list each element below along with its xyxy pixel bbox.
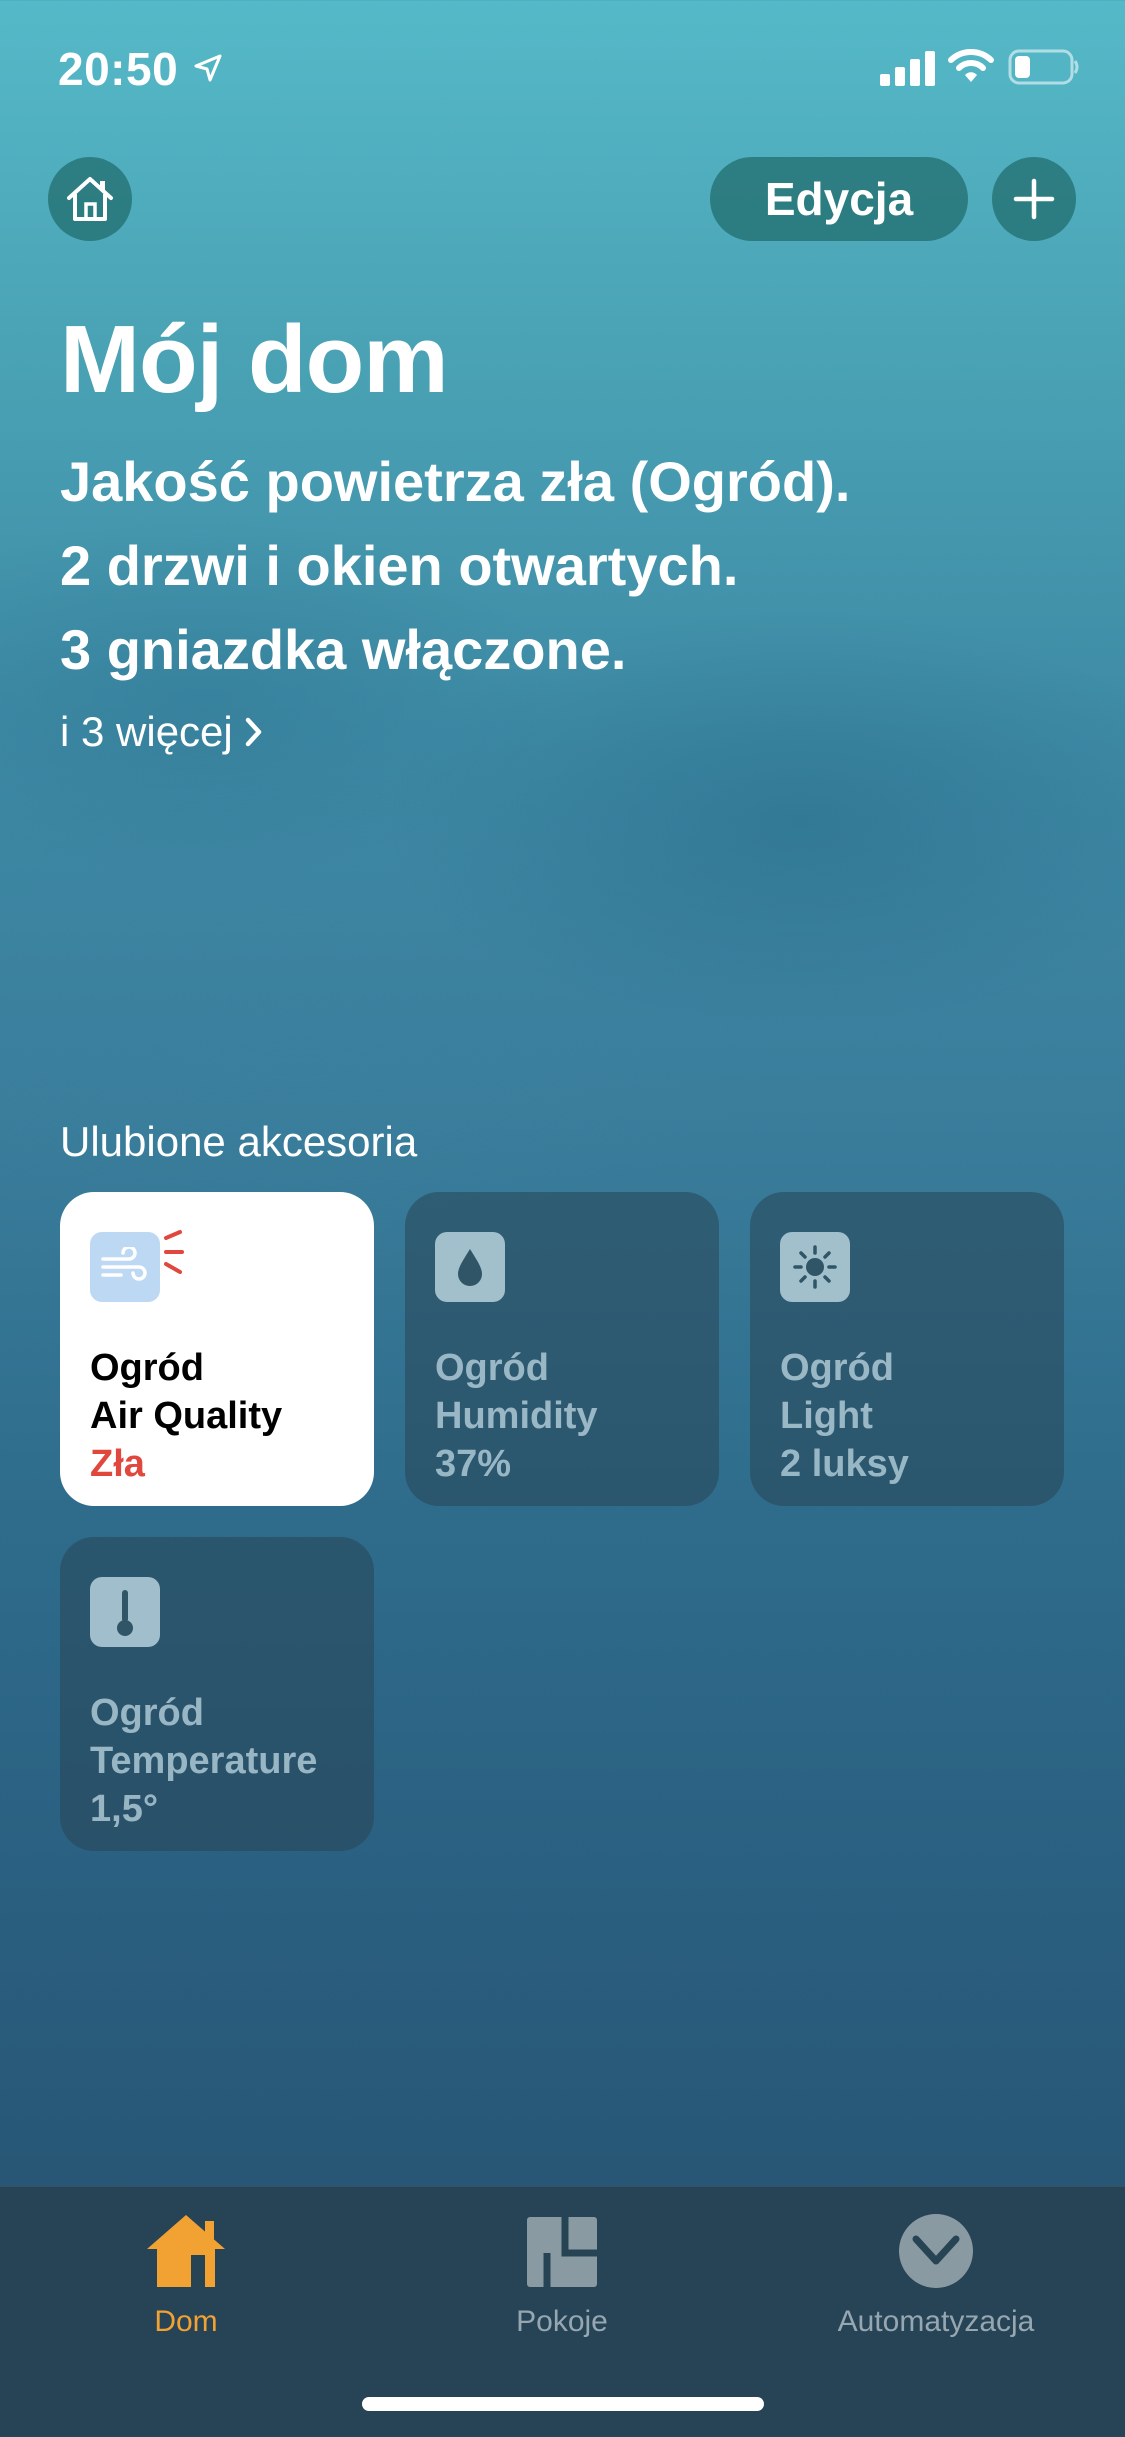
tile-name: Humidity (435, 1395, 598, 1437)
battery-low-icon (1008, 49, 1079, 85)
tab-label: Pokoje (516, 2305, 608, 2338)
home-settings-button[interactable] (48, 157, 132, 241)
edit-button[interactable]: Edycja (710, 157, 968, 241)
wind-icon (90, 1232, 160, 1302)
home-indicator[interactable] (362, 2397, 764, 2411)
tile-room: Ogród (90, 1692, 204, 1734)
tile-light-text: Ogród Light 2 luksy (780, 1344, 909, 1488)
tab-pokoje[interactable]: Pokoje (412, 2209, 712, 2359)
tab-label: Dom (154, 2305, 218, 2338)
summary-air-quality: Jakość powietrza zła (Ogród). (60, 450, 851, 513)
sun-icon (780, 1232, 850, 1302)
plus-icon (1013, 178, 1055, 220)
rooms-icon (527, 2217, 597, 2287)
droplet-icon (435, 1232, 505, 1302)
tile-humidity-text: Ogród Humidity 37% (435, 1344, 598, 1488)
summary-doors-windows: 2 drzwi i okien otwartych. (60, 534, 739, 597)
home-summary: Jakość powietrza zła (Ogród). 2 drzwi i … (60, 440, 1090, 692)
tile-air-quality[interactable]: Ogród Air Quality Zła (60, 1192, 374, 1506)
more-link[interactable]: i 3 więcej (60, 708, 263, 756)
tile-name: Temperature (90, 1740, 318, 1782)
tab-dom[interactable]: Dom (36, 2209, 336, 2359)
favorites-title: Ulubione akcesoria (60, 1118, 418, 1165)
house-icon (67, 177, 113, 221)
tile-status: 2 luksy (780, 1443, 909, 1485)
cellular-signal-icon (880, 51, 935, 86)
tab-label: Automatyzacja (837, 2305, 1035, 2338)
more-link-label: i 3 więcej (60, 708, 233, 755)
tile-room: Ogród (90, 1347, 204, 1389)
tile-light[interactable]: Ogród Light 2 luksy (750, 1192, 1064, 1506)
add-button[interactable] (992, 157, 1076, 241)
tile-air-quality-text: Ogród Air Quality Zła (90, 1344, 282, 1488)
tile-status: Zła (90, 1443, 145, 1485)
thermometer-icon (90, 1577, 160, 1647)
chevron-right-icon (245, 717, 261, 747)
tile-room: Ogród (780, 1347, 894, 1389)
alert-rays-icon (164, 1230, 184, 1274)
wifi-icon (948, 49, 994, 82)
tile-temperature[interactable]: Ogród Temperature 1,5° (60, 1537, 374, 1851)
tile-name: Air Quality (90, 1395, 283, 1437)
house-fill-icon (147, 2215, 225, 2287)
tile-status: 1,5° (90, 1788, 159, 1830)
tile-status: 37% (435, 1443, 512, 1485)
location-arrow-icon (194, 54, 222, 82)
clock-check-icon (899, 2214, 973, 2288)
tile-temperature-text: Ogród Temperature 1,5° (90, 1689, 317, 1833)
tile-room: Ogród (435, 1347, 549, 1389)
status-bar: 20:50 (0, 0, 1125, 140)
status-time: 20:50 (58, 43, 179, 95)
tab-automatyzacja[interactable]: Automatyzacja (786, 2209, 1086, 2359)
summary-outlets: 3 gniazdka włączone. (60, 618, 627, 681)
tile-humidity[interactable]: Ogród Humidity 37% (405, 1192, 719, 1506)
page-title: Mój dom (60, 306, 449, 413)
tile-name: Light (780, 1395, 873, 1437)
